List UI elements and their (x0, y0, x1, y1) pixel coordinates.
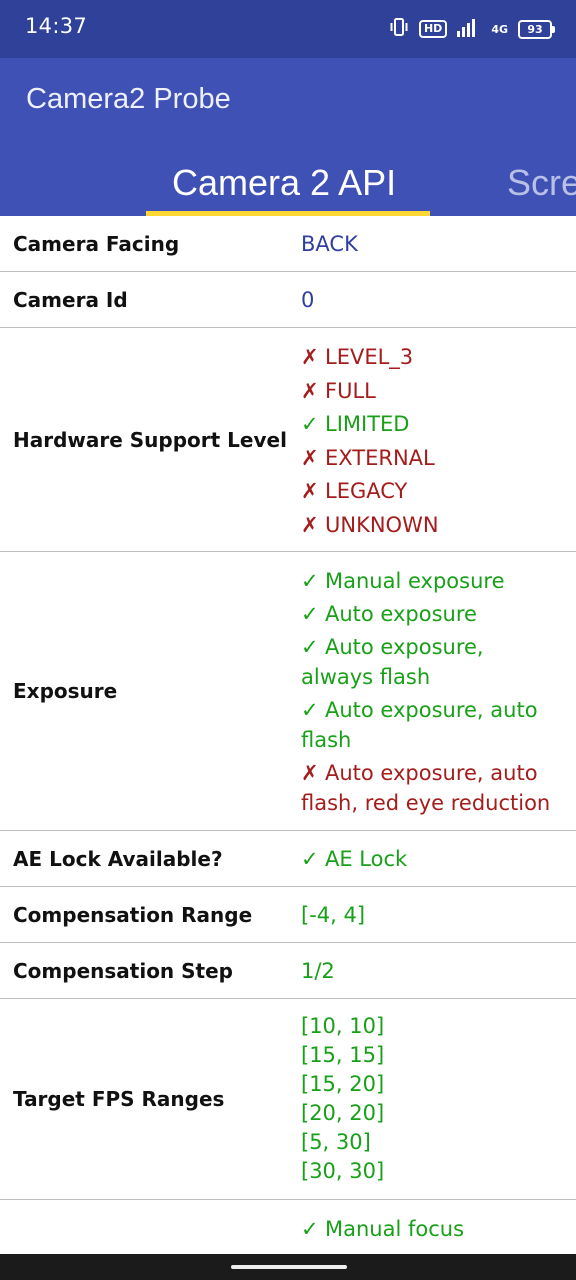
row-label: Target FPS Ranges (13, 1087, 225, 1111)
value-text: LIMITED (325, 412, 410, 436)
value-text: Auto exposure, always flash (301, 635, 484, 689)
home-gesture-handle[interactable] (231, 1265, 347, 1269)
list-item: ✗ FULL (301, 375, 556, 409)
hd-icon: HD (418, 20, 448, 38)
row-label: AE Lock Available? (13, 846, 223, 871)
value-text: LEVEL_3 (325, 345, 414, 369)
check-icon: ✓ (301, 412, 319, 436)
battery-icon: 93 (518, 19, 555, 39)
value-text: Manual exposure (325, 569, 505, 593)
list-item: ✗ Auto exposure, auto flash, red eye redu… (301, 758, 556, 818)
list-item: [30, 30] (301, 1159, 385, 1183)
row-target-fps-ranges: Target FPS Ranges [10, 10] [15, 15] [15,… (0, 999, 576, 1200)
list-item: [15, 20] (301, 1072, 385, 1096)
cross-icon: ✗ (301, 378, 319, 403)
list-item: ✓ Auto exposure, always flash (301, 632, 556, 692)
value-text: 1/2 (301, 958, 335, 983)
list-item: ✓ Manual focus (301, 1214, 556, 1244)
tab-bar: Camera 2 API Scre (0, 148, 576, 216)
row-label: Exposure (13, 679, 118, 703)
row-label: Camera Facing (13, 231, 180, 256)
row-values: BACK (301, 216, 556, 271)
camera-properties-list[interactable]: Camera Facing BACK Camera Id 0 Hardware … (0, 216, 576, 1254)
network-4g-icon: 4G (491, 22, 508, 36)
status-time: 14:37 (25, 14, 88, 38)
list-item: [5, 30] (301, 1130, 371, 1154)
cross-icon: ✗ (301, 512, 319, 537)
value-text: [-4, 4] (301, 902, 366, 927)
row-exposure: Exposure ✓ Manual exposure ✓ Auto exposure… (0, 552, 576, 831)
check-icon: ✓ (301, 635, 319, 659)
signal-icon (457, 17, 481, 41)
cross-icon: ✗ (301, 761, 319, 785)
list-item: [20, 20] (301, 1101, 385, 1125)
list-item: ✓ Auto exposure, auto flash (301, 695, 556, 755)
row-label: Compensation Range (13, 902, 253, 927)
value-text: FULL (325, 378, 376, 403)
status-bar: 14:37 HD 4G 93 (0, 0, 576, 58)
value-text: 0 (301, 287, 315, 312)
row-values: ✗ LEVEL_3 ✗ FULL ✓ LIMITED ✗ EXTERNAL ✗ LEGAC… (301, 328, 556, 551)
tab-camera2-api[interactable]: Camera 2 API (172, 162, 396, 204)
value-text: LEGACY (325, 479, 408, 503)
list-item: [10, 10] (301, 1014, 385, 1038)
row-compensation-step: Compensation Step 1/2 (0, 943, 576, 999)
row-label: Compensation Step (13, 958, 233, 983)
list-item: ✗ LEVEL_3 (301, 341, 556, 375)
row-ae-lock-available: AE Lock Available? ✓ AE Lock (0, 831, 576, 887)
list-item: [15, 15] (301, 1043, 385, 1067)
row-values: ✓ Manual exposure ✓ Auto exposure ✓ Auto ex… (301, 552, 556, 830)
row-hardware-support-level: Hardware Support Level ✗ LEVEL_3 ✗ FULL ✓ L… (0, 328, 576, 552)
tab-screen[interactable]: Scre (507, 162, 576, 204)
row-camera-id: Camera Id 0 (0, 272, 576, 328)
list-item: ✓ Auto exposure (301, 599, 556, 629)
check-icon: ✓ (301, 569, 319, 593)
list-item: ✗ UNKNOWN (301, 509, 556, 543)
list-item: ✗ LEGACY (301, 475, 556, 509)
value-text: Manual focus (325, 1217, 465, 1241)
row-camera-facing: Camera Facing BACK (0, 216, 576, 272)
check-icon: ✓ (301, 698, 319, 722)
app-bar: Camera2 Probe (0, 58, 576, 148)
value-text: AE Lock (325, 846, 408, 871)
row-values: [-4, 4] (301, 887, 556, 942)
row-label: Hardware Support Level (13, 427, 287, 452)
row-label: Camera Id (13, 287, 128, 312)
list-item: ✗ EXTERNAL (301, 442, 556, 476)
row-focus: ✓ Manual focus (0, 1200, 576, 1254)
app-title: Camera2 Probe (26, 83, 231, 115)
list-item: ✓ LIMITED (301, 408, 556, 442)
value-text: Auto exposure (325, 602, 477, 626)
value-text: Auto exposure, auto flash (301, 698, 538, 752)
navigation-bar (0, 1254, 576, 1280)
list-item: ✓ AE Lock (301, 844, 556, 874)
cross-icon: ✗ (301, 479, 319, 503)
list-item: ✓ Manual exposure (301, 566, 556, 596)
row-values: ✓ Manual focus (301, 1200, 556, 1254)
row-values: 0 (301, 272, 556, 327)
value-text: BACK (301, 231, 358, 256)
status-icons: HD 4G 93 (389, 14, 555, 44)
check-icon: ✓ (301, 602, 319, 626)
value-text: UNKNOWN (325, 512, 439, 537)
row-values: [10, 10] [15, 15] [15, 20] [20, 20] [5, … (301, 999, 556, 1199)
check-icon: ✓ (301, 846, 319, 871)
cross-icon: ✗ (301, 345, 319, 369)
row-compensation-range: Compensation Range [-4, 4] (0, 887, 576, 943)
value-text: Auto exposure, auto flash, red eye reduc… (301, 761, 551, 815)
row-values: ✓ AE Lock (301, 831, 556, 886)
cross-icon: ✗ (301, 445, 319, 470)
row-values: 1/2 (301, 943, 556, 998)
check-icon: ✓ (301, 1217, 319, 1241)
vibrate-icon (389, 16, 409, 42)
value-text: EXTERNAL (325, 445, 435, 470)
